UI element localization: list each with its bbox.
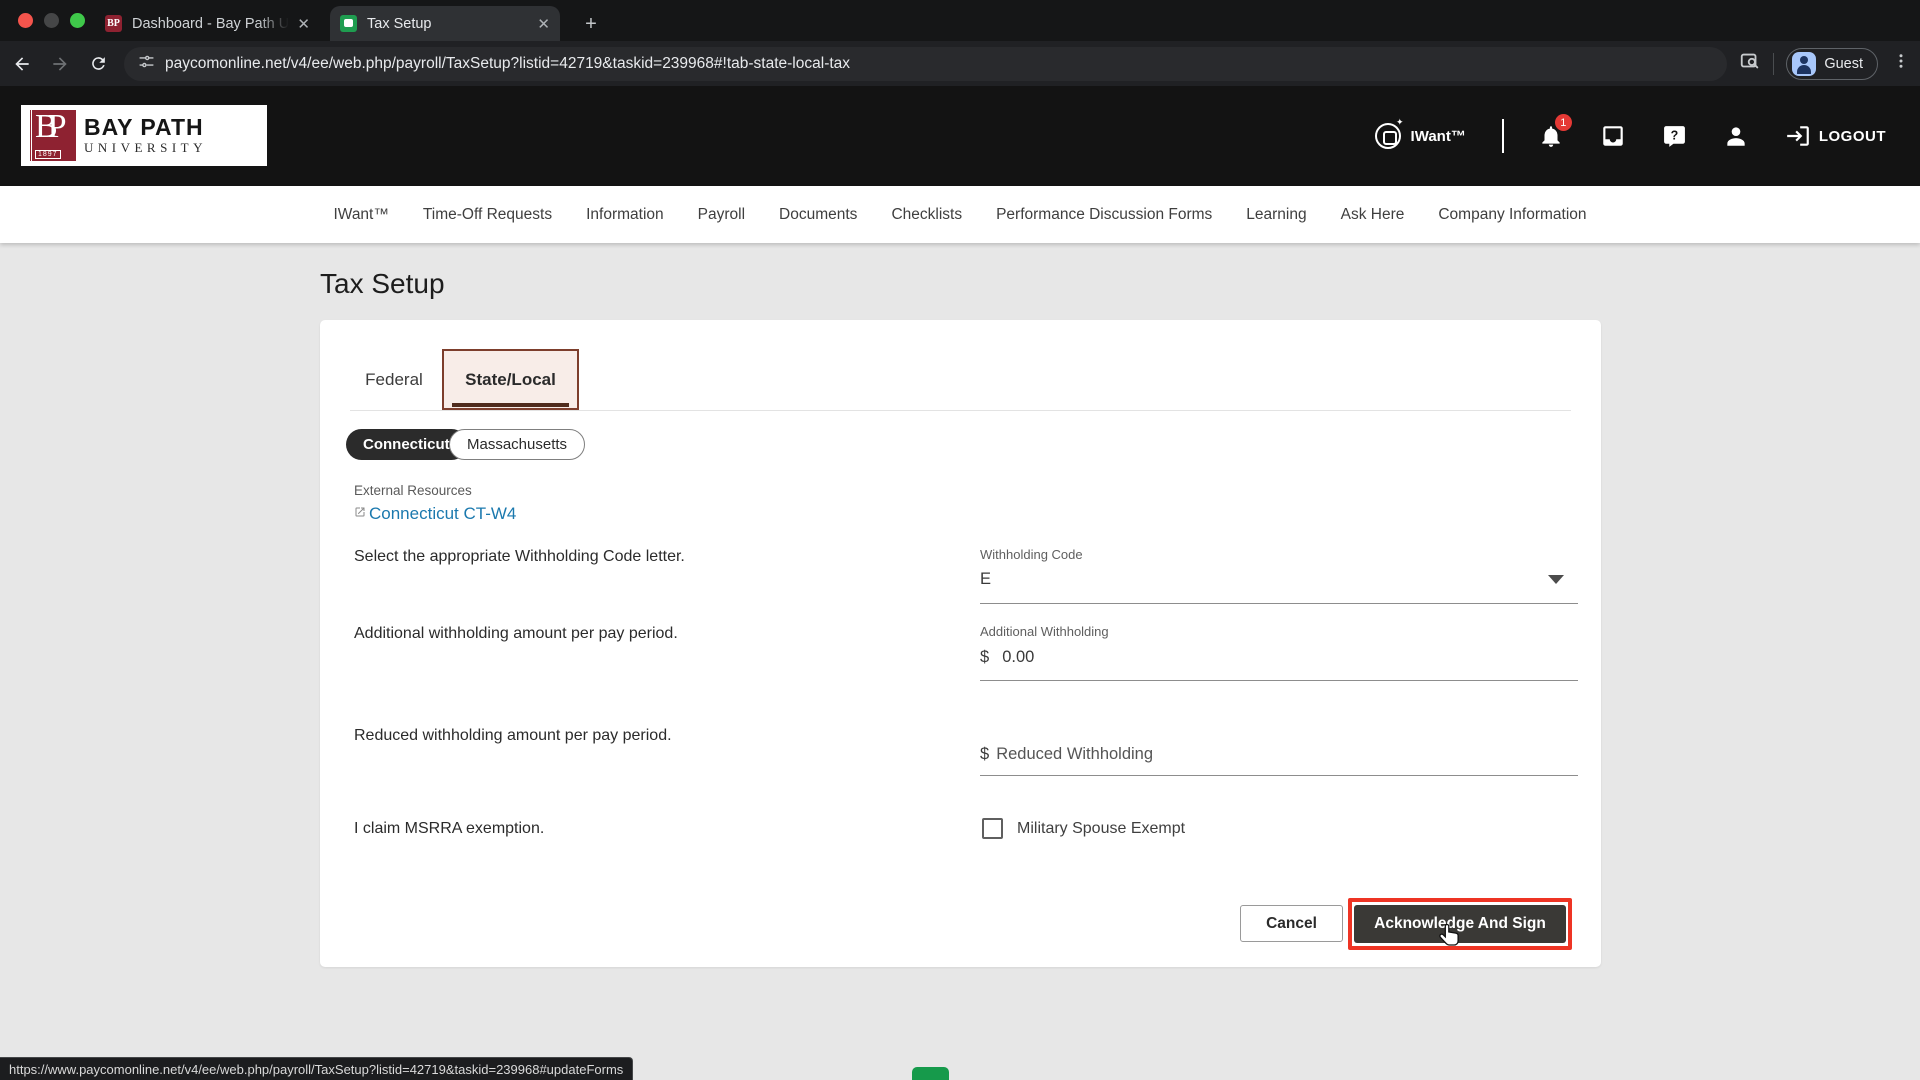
site-info-icon[interactable] [138,53,155,75]
field-underline [980,680,1578,681]
military-spouse-exempt-checkbox[interactable] [982,818,1003,839]
baypath-logo[interactable]: BP 1897 BAY PATH UNIVERSITY [21,105,267,166]
tab-federal[interactable]: Federal [347,349,441,410]
dock-peek-icon [912,1067,949,1080]
person-icon [1723,123,1749,149]
question-msrra-exemption: I claim MSRRA exemption. [354,820,544,838]
header-separator [1502,119,1504,153]
external-resources-heading: External Resources [354,483,472,498]
iwant-button[interactable]: IWant™ [1375,123,1466,149]
nav-item-payroll[interactable]: Payroll [698,206,745,224]
profile-label: Guest [1824,56,1863,72]
profile-button[interactable]: Guest [1786,48,1878,80]
question-reduced-withholding: Reduced withholding amount per pay perio… [354,727,672,745]
select-caret-icon[interactable] [1548,575,1564,584]
reduced-withholding-input[interactable] [996,745,1416,764]
tabs-divider [350,410,1571,411]
state-pill-massachusetts[interactable]: Massachusetts [449,429,585,460]
currency-prefix: $ [980,745,989,764]
iwant-icon [1375,123,1401,149]
nav-item-performance-discussion-forms[interactable]: Performance Discussion Forms [996,206,1212,224]
nav-item-documents[interactable]: Documents [779,206,857,224]
logo-year: 1897 [35,150,61,159]
baypath-favicon-icon: BP [105,15,122,32]
withholding-code-select[interactable]: E [980,570,991,589]
nav-item-time-off-requests[interactable]: Time-Off Requests [423,206,552,224]
logout-button[interactable]: LOGOUT [1785,123,1886,149]
browser-tab-bar: BP Dashboard - Bay Path Univers ✕ Tax Se… [0,0,1920,41]
inbox-icon [1600,123,1626,149]
nav-item-checklists[interactable]: Checklists [891,206,962,224]
external-link-connecticut-ct-w4[interactable]: Connecticut CT-W4 [369,504,516,524]
tab-close-icon[interactable]: ✕ [537,15,550,33]
tab-title: Tax Setup [367,16,529,32]
inbox-button[interactable] [1600,123,1626,149]
toolbar-separator [1773,53,1774,75]
nav-item-company-information[interactable]: Company Information [1438,206,1586,224]
tab-title: Dashboard - Bay Path Univers [132,16,289,32]
url-text[interactable]: paycomonline.net/v4/ee/web.php/payroll/T… [165,55,850,73]
profile-avatar-icon [1792,52,1816,76]
tab-close-icon[interactable]: ✕ [297,15,310,33]
field-underline [980,603,1578,604]
help-button[interactable]: ? [1662,124,1687,149]
cancel-button[interactable]: Cancel [1240,905,1343,942]
browser-toolbar: paycomonline.net/v4/ee/web.php/payroll/T… [0,41,1920,86]
paycom-favicon-icon [340,15,357,32]
browser-tab-tax-setup[interactable]: Tax Setup ✕ [330,6,560,41]
svg-text:?: ? [1671,128,1679,142]
status-link-preview: https://www.paycomonline.net/v4/ee/web.p… [0,1057,633,1080]
additional-withholding-label: Additional Withholding [980,624,1109,639]
nav-item-learning[interactable]: Learning [1246,206,1306,224]
back-icon[interactable] [6,48,38,80]
logo-monogram: BP 1897 [29,110,76,161]
traffic-light-close[interactable] [18,13,33,28]
notification-badge: 1 [1555,114,1572,131]
logout-icon [1785,123,1811,149]
withholding-code-label: Withholding Code [980,547,1083,562]
main-nav: IWant™ Time-Off Requests Information Pay… [0,186,1920,243]
tab-state-local[interactable]: State/Local [442,349,579,410]
address-bar[interactable]: paycomonline.net/v4/ee/web.php/payroll/T… [124,47,1727,81]
cursor-pointer-icon [1438,923,1462,954]
tab-search-icon[interactable] [1739,50,1761,77]
help-icon: ? [1662,124,1687,149]
notifications-button[interactable]: 1 [1538,123,1564,149]
traffic-light-zoom[interactable] [70,13,85,28]
nav-item-iwant[interactable]: IWant™ [333,206,388,224]
logo-line2: UNIVERSITY [84,140,207,156]
new-tab-button[interactable]: + [577,10,605,38]
additional-withholding-input[interactable] [1002,648,1422,667]
external-link-icon [354,505,366,523]
traffic-light-minimize[interactable] [44,13,59,28]
forward-icon[interactable] [44,48,76,80]
field-underline [980,775,1578,776]
military-spouse-exempt-label: Military Spouse Exempt [1017,820,1185,838]
account-button[interactable] [1723,123,1749,149]
app-header: BP 1897 BAY PATH UNIVERSITY IWant™ 1 ? [0,86,1920,186]
question-withholding-code: Select the appropriate Withholding Code … [354,548,685,566]
screen: BP Dashboard - Bay Path Univers ✕ Tax Se… [0,0,1920,1080]
currency-prefix: $ [980,648,989,667]
nav-item-ask-here[interactable]: Ask Here [1341,206,1405,224]
page-title: Tax Setup [320,268,445,300]
reload-icon[interactable] [82,48,114,80]
logo-line1: BAY PATH [84,115,207,140]
menu-kebab-icon[interactable] [1892,52,1910,75]
nav-item-information[interactable]: Information [586,206,664,224]
tax-setup-card: Federal State/Local Connecticut Massachu… [320,320,1601,967]
browser-tab-dashboard[interactable]: BP Dashboard - Bay Path Univers ✕ [95,6,320,41]
question-additional-withholding: Additional withholding amount per pay pe… [354,625,678,643]
